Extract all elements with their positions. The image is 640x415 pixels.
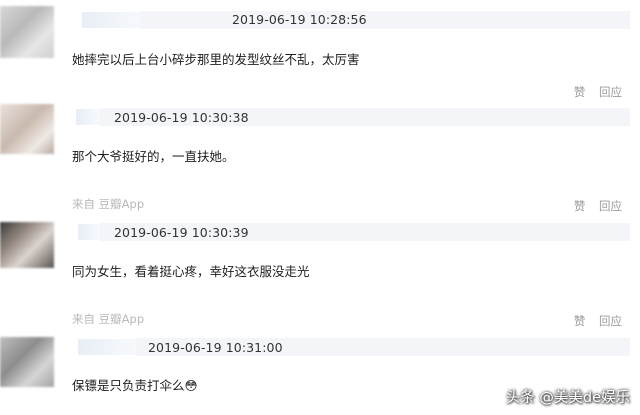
username-blurred[interactable]	[78, 339, 136, 355]
comment-timestamp: 2019-06-19 10:31:00	[148, 340, 283, 355]
comment-timestamp: 2019-06-19 10:30:38	[114, 110, 249, 125]
watermark: 头条 @美美de娱乐	[505, 390, 630, 406]
comment-text: 她摔完以后上台小碎步那里的发型纹丝不乱，太厉害	[72, 52, 360, 67]
reply-button[interactable]: 回应	[599, 314, 622, 328]
like-button[interactable]: 赞	[574, 314, 586, 328]
comment-timestamp: 2019-06-19 10:28:56	[232, 12, 367, 27]
comment-text: 那个大爷挺好的，一直扶她。	[72, 149, 235, 164]
comment-source: 来自 豆瓣App	[72, 312, 145, 326]
comment-source: 来自 豆瓣App	[72, 197, 145, 211]
comment-actions: 赞 回应	[564, 313, 622, 329]
reply-button[interactable]: 回应	[599, 199, 622, 213]
username-blurred[interactable]	[82, 12, 142, 28]
comment-timestamp: 2019-06-19 10:30:39	[114, 225, 249, 240]
avatar[interactable]	[0, 222, 54, 268]
username-blurred[interactable]	[76, 109, 100, 125]
comment-actions: 赞 回应	[564, 84, 622, 100]
comment-text: 保镖是只负责打伞么😳	[72, 378, 198, 393]
avatar[interactable]	[0, 337, 54, 387]
like-button[interactable]: 赞	[574, 199, 586, 213]
comment-actions: 赞 回应	[564, 198, 622, 214]
like-button[interactable]: 赞	[574, 85, 586, 99]
username-blurred[interactable]	[78, 224, 100, 240]
comment-text: 同为女生，看着挺心疼，幸好这衣服没走光	[72, 264, 310, 279]
avatar[interactable]	[0, 104, 54, 154]
avatar[interactable]	[0, 6, 54, 58]
reply-button[interactable]: 回应	[599, 85, 622, 99]
